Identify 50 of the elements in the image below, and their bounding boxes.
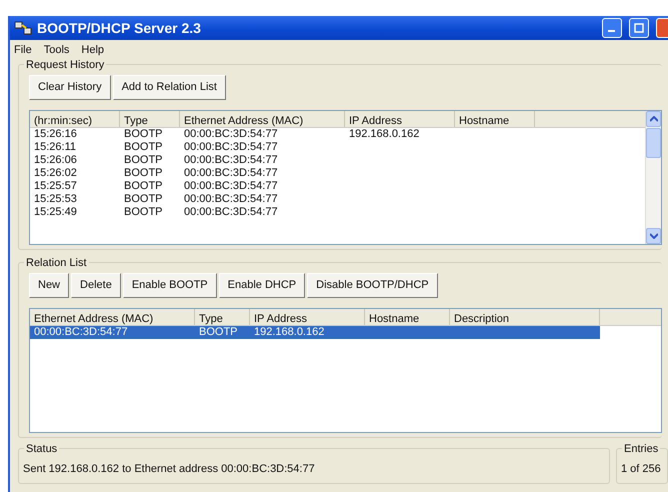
group-title: Request History [24,57,106,74]
table-cell-text: 00:00:BC:3D:54:77 [33,326,129,338]
table-cell-text: 00:00:BC:3D:54:77 [183,206,279,218]
toolbar-button[interactable]: Delete [71,273,121,298]
toolbar-button[interactable]: Enable BOOTP [122,273,217,298]
column-header[interactable]: Description [450,308,600,324]
column-header[interactable]: (hr:min:sec) [30,110,120,126]
table-cell-text: BOOTP [123,128,164,140]
status-text: Sent 192.168.0.162 to Ethernet address 00:00:BC:3D:54:77 [23,462,316,477]
table-cell-text: BOOTP [123,140,164,154]
table-cell-text: 00:00:BC:3D:54:77 [183,154,279,166]
table-cell-text: 15:26:11 [33,140,78,154]
list-row[interactable]: 00:00:BC:3D:54:77 BOOTP 192.168.0.162 [30,326,600,338]
entries-count: 1 of 256 [621,462,662,477]
table-cell-text: BOOTP [198,326,239,338]
table-cell-text: 192.168.0.162 [253,326,326,338]
table-cell-text: 15:25:57 [33,180,78,192]
table-cell-text: BOOTP [123,192,164,206]
table-cell-text: 00:00:BC:3D:54:77 [183,180,279,192]
table-cell-text: 15:25:53 [33,192,78,206]
column-header[interactable]: Hostname [365,308,450,324]
table-cell-text: BOOTP [123,180,164,192]
column-header[interactable]: IP Address [345,110,455,126]
table-cell-text: BOOTP [123,154,164,166]
column-header[interactable]: Hostname [455,110,535,126]
table-cell-text: 00:00:BC:3D:54:77 [183,166,279,180]
table-cell-text: 15:26:16 [33,128,78,140]
toolbar-button[interactable]: New [29,273,70,298]
toolbar-button[interactable]: Disable BOOTP/DHCP [307,273,438,298]
menu-item[interactable]: Tools [44,42,70,56]
table-cell-text: BOOTP [123,206,164,218]
menu-item[interactable]: Help [81,42,104,56]
window-title: BOOTP/DHCP Server 2.3 [37,18,202,38]
table-cell-text: 192.168.0.162 [348,128,420,140]
column-header[interactable]: Type [120,110,180,126]
column-header[interactable]: Type [195,308,250,324]
table-cell-text: 15:25:49 [33,206,78,218]
table-cell-text: 00:00:BC:3D:54:77 [183,140,279,154]
toolbar-button[interactable]: Add to Relation List [112,75,226,100]
column-header[interactable]: IP Address [250,308,365,324]
table-cell-text: 15:26:02 [33,166,78,180]
table-cell-text: 00:00:BC:3D:54:77 [183,192,279,206]
table-cell-text: BOOTP [123,166,164,180]
column-header[interactable]: Ethernet Address (MAC) [180,110,345,126]
menu-item[interactable]: File [14,42,32,56]
column-header[interactable]: Ethernet Address (MAC) [30,308,195,324]
toolbar-button[interactable]: Enable DHCP [218,273,306,298]
table-cell-text: 00:00:BC:3D:54:77 [183,128,279,140]
toolbar-button[interactable]: Clear History [29,75,111,100]
table-cell-text: 15:26:06 [33,154,78,166]
